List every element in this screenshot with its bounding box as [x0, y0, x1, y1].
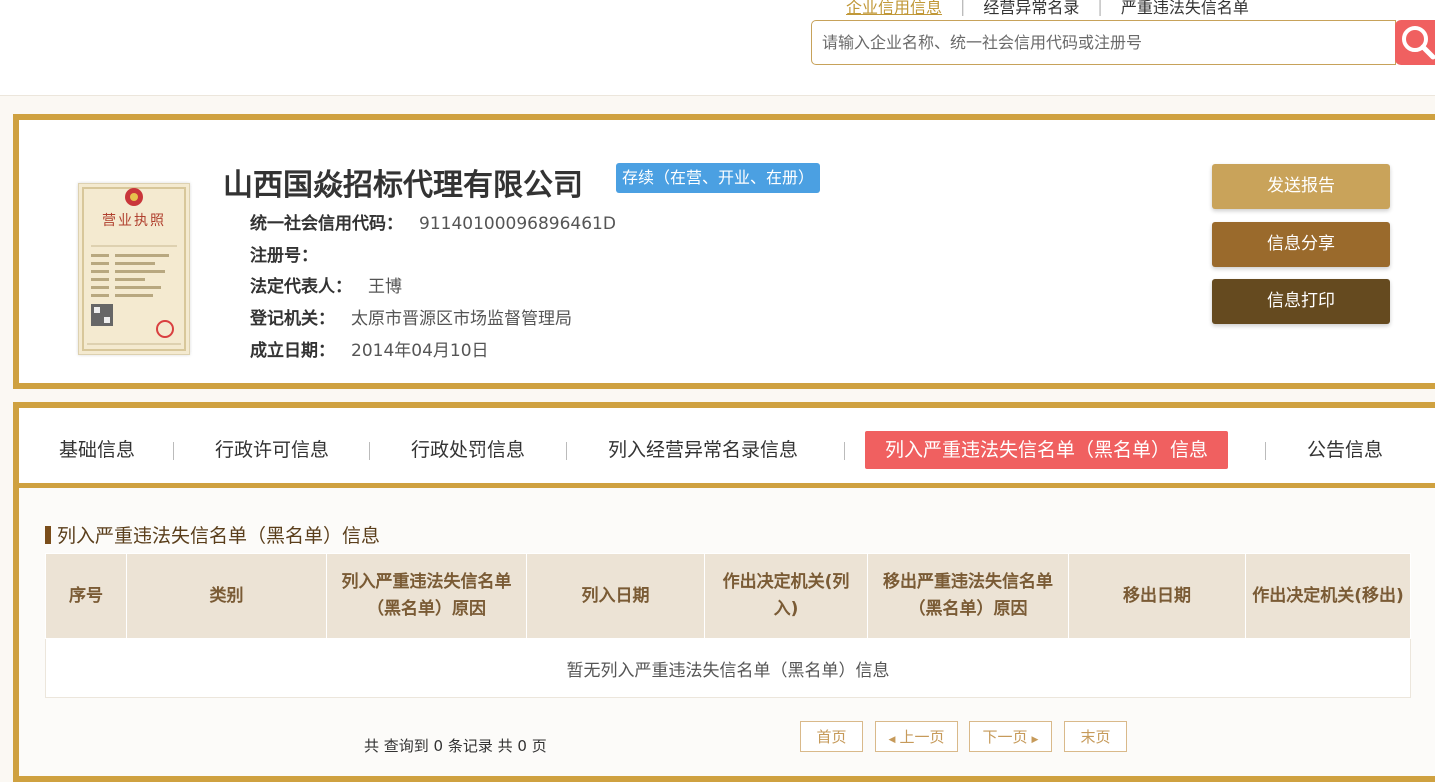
tab-separator: [369, 442, 370, 460]
tab-separator: [566, 442, 567, 460]
prev-page-label: 上一页: [899, 728, 945, 746]
share-info-button[interactable]: 信息分享: [1212, 222, 1390, 267]
reg-no-row: 注册号：: [250, 241, 334, 266]
print-info-button[interactable]: 信息打印: [1212, 279, 1390, 324]
tab-basic-info[interactable]: 基础信息: [59, 431, 135, 469]
next-page-button[interactable]: 下一页 ▶: [969, 721, 1052, 752]
blacklist-table: 序号 类别 列入严重违法失信名单（黑名单）原因 列入日期 作出决定机关(列入) …: [45, 553, 1411, 698]
business-license-image[interactable]: 营业执照: [78, 183, 190, 355]
legal-rep-label: 法定代表人：: [250, 277, 352, 297]
last-page-button[interactable]: 末页: [1064, 721, 1127, 752]
table-row: 暂无列入严重违法失信名单（黑名单）信息: [45, 638, 1411, 698]
caret-right-icon: ▶: [1031, 735, 1039, 745]
legal-rep-value: 王博: [368, 277, 402, 297]
license-title: 营业执照: [102, 213, 166, 229]
tab-abnormal-list[interactable]: 列入经营异常名录信息: [608, 431, 798, 469]
details-card: 基础信息 行政许可信息 行政处罚信息 列入经营异常名录信息 列入严重违法失信名单…: [13, 402, 1435, 782]
column-header: 作出决定机关(列入): [704, 553, 868, 639]
status-badge: 存续（在营、开业、在册）: [616, 163, 821, 193]
authority-value: 太原市晋源区市场监督管理局: [351, 309, 572, 329]
section-title: 列入严重违法失信名单（黑名单）信息: [45, 521, 380, 548]
tab-admin-penalty[interactable]: 行政处罚信息: [411, 431, 525, 469]
tab-separator: [1265, 442, 1266, 460]
tab-blacklist[interactable]: 列入严重违法失信名单（黑名单）信息: [865, 431, 1229, 469]
authority-label: 登记机关：: [250, 309, 335, 329]
credit-code-label: 统一社会信用代码：: [250, 214, 403, 234]
caret-left-icon: ◀: [888, 735, 896, 745]
tab-admin-license[interactable]: 行政许可信息: [215, 431, 329, 469]
table-header-row: 序号 类别 列入严重违法失信名单（黑名单）原因 列入日期 作出决定机关(列入) …: [45, 553, 1411, 639]
column-header: 移出严重违法失信名单（黑名单）原因: [867, 553, 1069, 639]
column-header: 作出决定机关(移出): [1245, 553, 1411, 639]
first-page-button[interactable]: 首页: [800, 721, 863, 752]
founded-row: 成立日期： 2014年04月10日: [250, 336, 489, 361]
top-header: 企业信用信息 | 经营异常名录 | 严重违法失信名单: [0, 0, 1435, 96]
nav-blacklist[interactable]: 严重违法失信名单: [1113, 0, 1257, 18]
search-button[interactable]: [1395, 20, 1435, 65]
founded-label: 成立日期：: [250, 341, 335, 361]
column-header: 列入日期: [526, 553, 705, 639]
nav-credit-info[interactable]: 企业信用信息: [838, 0, 950, 18]
nav-abnormal-list[interactable]: 经营异常名录: [975, 0, 1087, 18]
search-bar: [811, 20, 1435, 65]
credit-code-row: 统一社会信用代码： 91140100096896461D: [250, 209, 616, 234]
tab-separator: [173, 442, 174, 460]
nav-separator: |: [960, 0, 966, 16]
reg-no-label: 注册号：: [250, 246, 318, 266]
search-input[interactable]: [811, 20, 1396, 65]
section-marker: [45, 526, 51, 544]
nav-separator: |: [1097, 0, 1103, 16]
tab-announcements[interactable]: 公告信息: [1307, 431, 1383, 469]
column-header: 列入严重违法失信名单（黑名单）原因: [326, 553, 527, 639]
credit-code-value: 91140100096896461D: [419, 214, 616, 234]
tab-bar: 基础信息 行政许可信息 行政处罚信息 列入经营异常名录信息 列入严重违法失信名单…: [19, 408, 1435, 488]
top-nav: 企业信用信息 | 经营异常名录 | 严重违法失信名单: [838, 0, 1257, 18]
tab-separator: [844, 442, 845, 460]
column-header: 移出日期: [1068, 553, 1246, 639]
search-icon: [1402, 26, 1435, 60]
company-card: 营业执照 山西国焱招标代理有限公司 存续（在营、开业、在册） 统一社会信用代码：…: [13, 114, 1435, 389]
empty-table-message: 暂无列入严重违法失信名单（黑名单）信息: [45, 638, 1411, 698]
column-header: 类别: [126, 553, 327, 639]
column-header: 序号: [45, 553, 127, 639]
founded-value: 2014年04月10日: [351, 341, 489, 361]
prev-page-button[interactable]: ◀ 上一页: [875, 721, 958, 752]
authority-row: 登记机关： 太原市晋源区市场监督管理局: [250, 304, 572, 329]
company-name: 山西国焱招标代理有限公司: [223, 168, 583, 203]
legal-rep-row: 法定代表人： 王博: [250, 272, 402, 297]
next-page-label: 下一页: [982, 728, 1028, 746]
section-title-text: 列入严重违法失信名单（黑名单）信息: [57, 525, 381, 547]
pagination-summary: 共 查询到 0 条记录 共 0 页: [364, 737, 547, 755]
send-report-button[interactable]: 发送报告: [1212, 164, 1390, 209]
